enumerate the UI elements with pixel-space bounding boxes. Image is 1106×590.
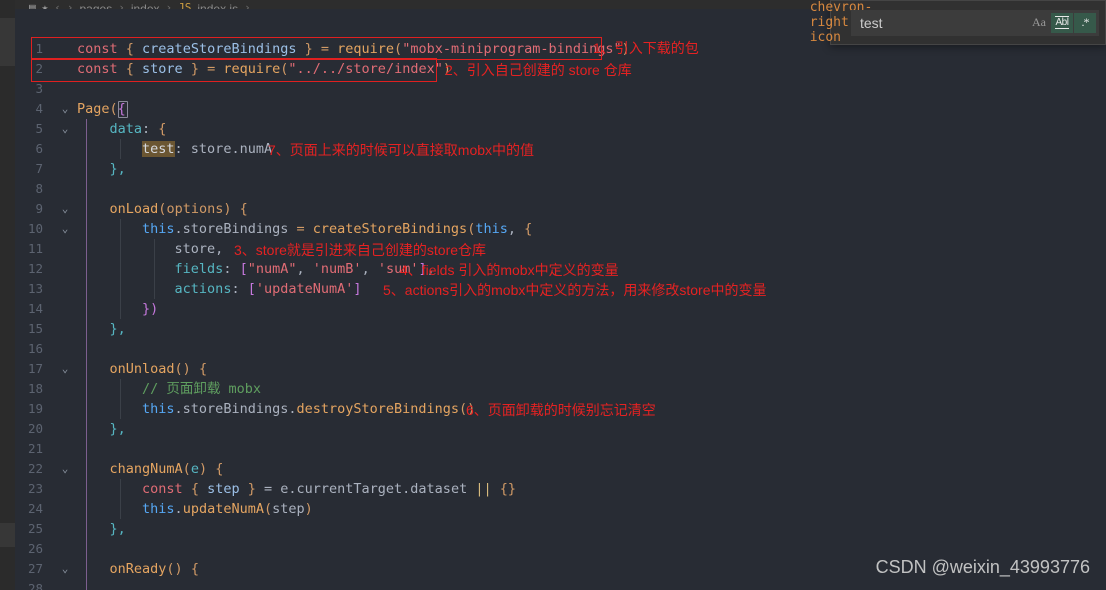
line-number: 8 — [35, 181, 43, 196]
line-number: 20 — [27, 421, 43, 436]
code-line-6[interactable]: test: store.numA — [77, 139, 272, 159]
fold-toggle-line-22[interactable]: ⌄ — [58, 459, 72, 479]
code-line-9[interactable]: onLoad(options) { — [77, 199, 248, 219]
search-input-value: test — [860, 14, 883, 31]
editor-window: ▤ ★ ‹ › pages › index › JS index.js › ..… — [0, 0, 1106, 590]
line-number: 24 — [27, 501, 43, 516]
whole-word-label: Abl — [1054, 16, 1070, 29]
fold-toggle-line-27[interactable]: ⌄ — [58, 559, 72, 579]
line-number: 26 — [27, 541, 43, 556]
breadcrumb-separator-1: › — [165, 1, 173, 9]
annotation-label-7: 7、页面上来的时候可以直接取mobx中的值 — [268, 142, 535, 158]
fold-toggle-line-17[interactable]: ⌄ — [58, 359, 72, 379]
code-line-19[interactable]: this.storeBindings.destroyStoreBindings(… — [77, 399, 475, 419]
code-line-27[interactable]: onReady() { — [77, 559, 199, 579]
line-number: 4 — [35, 101, 43, 116]
line-number: 18 — [27, 381, 43, 396]
line-number: 5 — [35, 121, 43, 136]
line-number: 14 — [27, 301, 43, 316]
line-number: 16 — [27, 341, 43, 356]
line-number: 6 — [35, 141, 43, 156]
annotation-box-1 — [31, 37, 602, 60]
js-file-icon: JS — [178, 1, 192, 9]
code-line-4[interactable]: Page({ — [77, 99, 126, 119]
watermark: CSDN @weixin_43993776 — [875, 557, 1090, 577]
code-line-10[interactable]: this.storeBindings = createStoreBindings… — [77, 219, 532, 239]
code-line-20[interactable]: }, — [77, 419, 126, 439]
search-match-highlight: test — [142, 141, 175, 157]
regex-label: .* — [1081, 15, 1090, 29]
line-number: 23 — [27, 481, 43, 496]
line-number: 11 — [27, 241, 43, 256]
star-icon[interactable]: ★ — [42, 1, 49, 9]
chevron-left-icon[interactable]: ‹ — [54, 1, 61, 9]
annotation-label-2: 2、引入自己创建的 store 仓库 — [445, 62, 632, 78]
regex-button[interactable]: .* — [1074, 12, 1096, 33]
line-number: 7 — [35, 161, 43, 176]
line-number: 27 — [27, 561, 43, 576]
annotation-label-5: 5、actions引入的mobx中定义的方法，用来修改store中的变量 — [383, 282, 767, 298]
chevron-right-icon[interactable]: chevron-right-icon — [810, 0, 873, 45]
breadcrumb-separator-0: › — [118, 1, 125, 9]
line-number: 19 — [27, 401, 43, 416]
line-number: 10 — [27, 221, 43, 236]
editor-gutter: 1 2 3 4 5 6 7 8 9 10 11 12 13 14 15 16 1… — [15, 9, 77, 590]
menu-icon[interactable]: ▤ — [29, 1, 36, 9]
annotation-box-2 — [31, 58, 437, 82]
code-line-23[interactable]: const { step } = e.currentTarget.dataset… — [77, 479, 516, 499]
code-line-18[interactable]: // 页面卸载 mobx — [77, 379, 261, 399]
line-number: 17 — [27, 361, 43, 376]
fold-toggle-line-10[interactable]: ⌄ — [58, 219, 72, 239]
chevron-right-icon[interactable]: › — [67, 1, 74, 9]
code-line-11[interactable]: store, — [77, 239, 224, 259]
line-number: 12 — [27, 261, 43, 276]
annotation-label-1: 1、引入下载的包 — [593, 40, 699, 56]
match-case-button[interactable]: Aa — [1028, 13, 1050, 33]
search-input[interactable]: test Aa Abl .* — [851, 9, 1099, 36]
fold-toggle-line-5[interactable]: ⌄ — [58, 119, 72, 139]
line-number: 28 — [27, 581, 43, 590]
find-widget[interactable]: chevron-right-icon test Aa Abl .* — [810, 0, 1106, 45]
fold-toggle-line-4[interactable]: ⌄ — [58, 99, 72, 119]
line-number: 13 — [27, 281, 43, 296]
line-number: 25 — [27, 521, 43, 536]
whole-word-button[interactable]: Abl — [1051, 12, 1073, 33]
code-line-24[interactable]: this.updateNumA(step) — [77, 499, 313, 519]
code-line-25[interactable]: }, — [77, 519, 126, 539]
code-line-13[interactable]: actions: ['updateNumA'] — [77, 279, 362, 299]
code-line-22[interactable]: changNumA(e) { — [77, 459, 224, 479]
code-line-5[interactable]: data: { — [77, 119, 167, 139]
line-number: 22 — [27, 461, 43, 476]
code-line-14[interactable]: }) — [77, 299, 158, 319]
line-number: 9 — [35, 201, 43, 216]
annotation-label-4: 4、fields 引入的mobx中定义的变量 — [400, 262, 619, 278]
line-number: 3 — [35, 81, 43, 96]
annotation-label-6: 6、页面卸载的时候别忘记清空 — [466, 402, 656, 418]
code-line-7[interactable]: }, — [77, 159, 126, 179]
line-number: 15 — [27, 321, 43, 336]
code-editor[interactable]: 1 2 3 4 5 6 7 8 9 10 11 12 13 14 15 16 1… — [15, 9, 1106, 590]
annotation-label-3: 3、store就是引进来自己创建的store仓库 — [234, 242, 487, 258]
code-line-15[interactable]: }, — [77, 319, 126, 339]
code-line-17[interactable]: onUnload() { — [77, 359, 208, 379]
fold-toggle-line-9[interactable]: ⌄ — [58, 199, 72, 219]
line-number: 21 — [27, 441, 43, 456]
code-line-12[interactable]: fields: ["numA", 'numB', 'sum'], — [77, 259, 435, 279]
breadcrumb-separator-2: › — [244, 1, 251, 9]
